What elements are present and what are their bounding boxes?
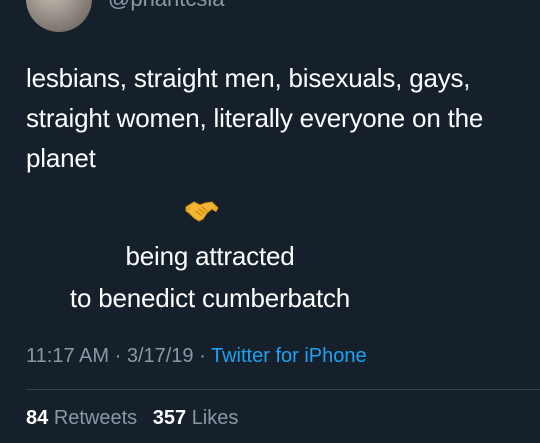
likes-stat[interactable]: 357 Likes: [153, 407, 239, 429]
avatar[interactable]: [26, 0, 92, 32]
retweets-stat[interactable]: 84 Retweets: [26, 407, 137, 429]
divider: [26, 389, 540, 390]
tweet-stats: 84 Retweets 357 Likes: [26, 405, 238, 431]
tweet-text: lesbians, straight men, bisexuals, gays,…: [26, 63, 484, 173]
retweets-count: 84: [26, 407, 49, 429]
meta-separator: ·: [114, 345, 122, 367]
tweet-date[interactable]: 3/17/19: [127, 345, 194, 367]
likes-count: 357: [152, 407, 187, 429]
caption-line-1: being attracted: [125, 241, 295, 271]
tweet-source-link[interactable]: Twitter for iPhone: [211, 345, 367, 367]
handshake-icon: [185, 201, 219, 222]
meta-separator: ·: [199, 345, 206, 367]
tweet-time: 11:17 AM: [26, 345, 110, 367]
retweets-label: Retweets: [53, 407, 138, 429]
user-handle[interactable]: @phantcsia: [108, 0, 225, 12]
likes-label: Likes: [191, 407, 239, 429]
tweet-meta: 11:17 AM · 3/17/19 · Twitter for iPhone: [26, 343, 367, 369]
caption-line-2: to benedict cumberbatch: [69, 283, 351, 313]
